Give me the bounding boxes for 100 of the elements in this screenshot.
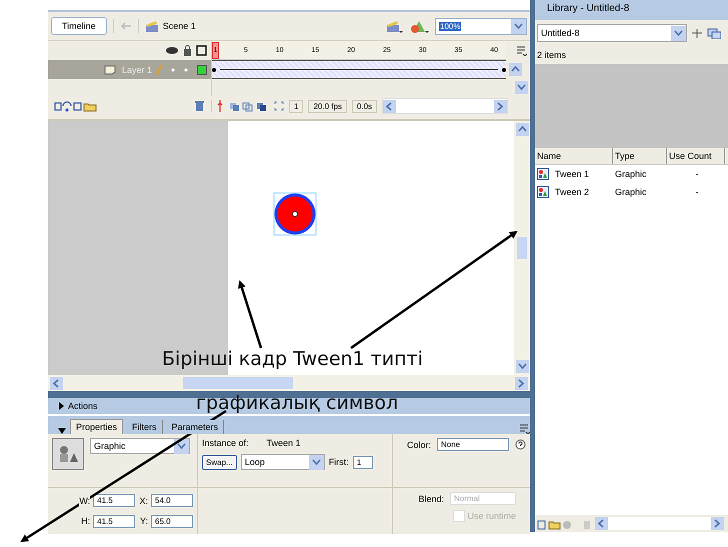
onion-skin-icon[interactable] (229, 100, 269, 112)
edit-scene-icon[interactable] (385, 18, 403, 34)
circle-symbol[interactable] (273, 192, 317, 236)
layer-color-icon[interactable] (197, 64, 207, 74)
panel-title: Library - Untitled-8 (547, 3, 630, 14)
first-frame-field[interactable]: 1 (352, 456, 373, 468)
symbol-type-dropdown[interactable]: Graphic (90, 438, 190, 454)
field-label: Y: (140, 516, 148, 526)
document-dropdown[interactable]: Untitled-8 (537, 24, 687, 42)
frame-rate: 20.0 fps (308, 100, 347, 112)
scroll-left-button[interactable] (50, 376, 63, 390)
panel-menu-icon[interactable] (516, 46, 526, 56)
item-name: Tween 2 (555, 187, 590, 197)
column-header[interactable]: Use Count (667, 148, 725, 164)
field-label: Color: (406, 440, 431, 450)
instance-name: Tween 1 (266, 438, 301, 448)
library-item[interactable]: Tween 1 Graphic - (535, 165, 728, 183)
elapsed-time: 0.0s (352, 100, 378, 112)
current-frame: 1 (289, 100, 304, 112)
scroll-up-button[interactable] (508, 63, 522, 76)
graphic-symbol-icon (537, 168, 549, 180)
outline-icon[interactable] (196, 45, 207, 56)
eye-icon[interactable] (165, 46, 179, 55)
timeline-button[interactable]: Timeline (51, 17, 107, 35)
column-header[interactable]: Name (535, 148, 613, 164)
scroll-right-button[interactable] (711, 517, 724, 530)
chevron-right-icon (713, 519, 722, 528)
dimension-field[interactable]: 41.5 (93, 494, 136, 508)
scroll-left-button[interactable] (595, 517, 608, 530)
frame-markers-icon[interactable] (274, 101, 284, 111)
scroll-right-button[interactable] (515, 376, 528, 390)
dropdown-value: Graphic (94, 441, 126, 451)
checkbox-label: Use runtime (467, 511, 516, 521)
help-icon[interactable] (515, 439, 526, 450)
center-frame-icon[interactable] (216, 100, 224, 112)
library-scrollbar[interactable] (595, 517, 724, 530)
use-count: - (694, 187, 700, 197)
item-type: Graphic (614, 169, 648, 179)
item-type: Graphic (614, 187, 648, 197)
lock-icon[interactable] (183, 45, 192, 56)
scroll-down-button[interactable] (516, 360, 528, 373)
expand-triangle-icon[interactable] (58, 402, 64, 410)
library-item[interactable]: Tween 2 Graphic - (535, 183, 728, 201)
scrollbar-thumb[interactable] (183, 377, 293, 389)
dot-icon[interactable] (171, 68, 175, 72)
field-label: Instance of: (202, 438, 249, 448)
panel-menu-icon[interactable] (519, 424, 530, 434)
dropdown-value: Untitled-8 (541, 28, 580, 38)
item-name: Tween 1 (555, 169, 590, 179)
color-field[interactable]: None (437, 438, 509, 451)
layer-icon (104, 64, 116, 74)
trash-icon[interactable] (194, 100, 205, 112)
chevron-left-icon (385, 102, 394, 110)
scroll-left-button[interactable] (383, 100, 396, 112)
field-label: First: (328, 457, 349, 467)
chevron-down-icon (516, 83, 526, 92)
edit-symbol-icon[interactable] (409, 18, 429, 34)
field-label: W: (79, 496, 90, 506)
dimension-field[interactable]: 41.5 (93, 514, 136, 528)
scrollbar-thumb[interactable] (517, 237, 527, 259)
annotation-text: Бірінші кадр Tween1 типті (162, 350, 423, 369)
zoom-dropdown[interactable]: 100% (435, 18, 527, 34)
stage-horizontal-scrollbar[interactable] (48, 375, 530, 391)
chevron-up-icon (518, 125, 526, 134)
layer-tools-icon[interactable] (54, 100, 98, 112)
collapse-triangle-icon[interactable] (58, 428, 66, 434)
scroll-down-button[interactable] (514, 81, 528, 94)
tween-frames[interactable] (212, 60, 506, 79)
chevron-left-icon (597, 519, 606, 528)
swap-button[interactable]: Swap... (202, 454, 237, 470)
dropdown-value: Loop (244, 457, 265, 467)
column-header[interactable]: Type (613, 148, 667, 164)
chevron-right-icon (496, 102, 505, 110)
graphic-symbol-icon (537, 186, 549, 198)
dimension-field[interactable]: 65.0 (151, 514, 193, 528)
clapperboard-icon[interactable] (144, 20, 159, 32)
use-count: - (694, 169, 700, 179)
keyframe-icon (502, 68, 506, 72)
field-label: H: (81, 516, 90, 526)
loop-dropdown[interactable]: Loop (240, 454, 325, 470)
stage-vertical-scrollbar[interactable] (514, 121, 530, 375)
panel-tab[interactable]: Properties (70, 419, 124, 434)
chevron-right-icon (517, 378, 526, 388)
new-library-icon[interactable] (707, 28, 721, 38)
panel-title: Actions (68, 401, 98, 411)
chevron-left-icon (52, 378, 61, 388)
timeline-scrollbar[interactable] (382, 98, 508, 114)
item-count: 2 items (537, 50, 566, 60)
chevron-up-icon (510, 65, 520, 74)
arrow (238, 280, 262, 348)
field-label: Blend: (418, 494, 444, 504)
layer-name: Layer 1 (122, 64, 152, 74)
scroll-up-button[interactable] (516, 123, 528, 136)
dot-icon[interactable] (184, 68, 188, 72)
dimension-field[interactable]: 54.0 (151, 494, 193, 508)
scroll-right-button[interactable] (494, 100, 507, 112)
pencil-icon (156, 64, 162, 76)
chevron-down-icon (518, 362, 526, 371)
graphic-symbol-icon (58, 445, 78, 463)
field-label: X: (139, 496, 148, 506)
